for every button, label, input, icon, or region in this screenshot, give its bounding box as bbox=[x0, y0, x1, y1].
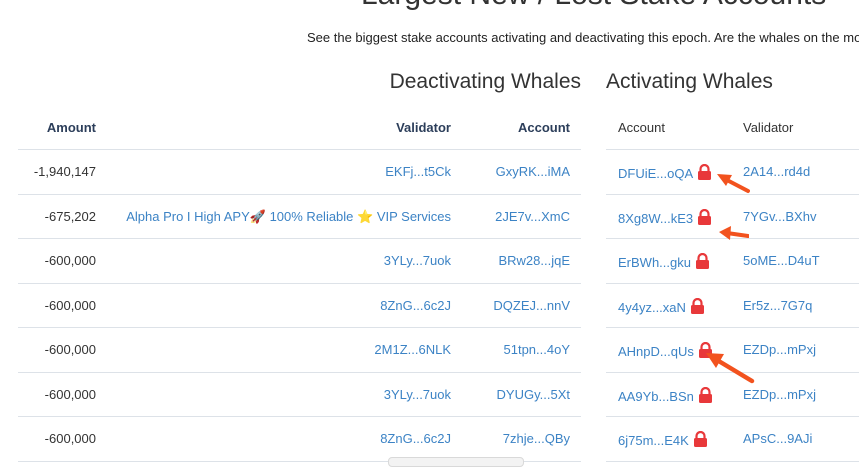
amount-cell: -675,202 bbox=[44, 209, 96, 224]
account-link[interactable]: 51tpn...4oY bbox=[504, 342, 571, 357]
deactivating-whales-title: Deactivating Whales bbox=[389, 70, 581, 93]
activating-account-cell: AA9Yb...BSn bbox=[618, 387, 713, 404]
activating-row-divider bbox=[606, 327, 859, 328]
account-link[interactable]: 6j75m...E4K bbox=[618, 433, 689, 448]
account-link[interactable]: AHnpD...qUs bbox=[618, 344, 694, 359]
activating-account-header: Account bbox=[618, 120, 665, 135]
amount-cell: -600,000 bbox=[44, 342, 96, 357]
validator-link[interactable]: 5oME...D4uT bbox=[743, 253, 820, 268]
validator-link[interactable]: EKFj...t5Ck bbox=[385, 164, 451, 179]
deactivating-row-divider bbox=[18, 149, 581, 150]
account-link[interactable]: 2JE7v...XmC bbox=[495, 209, 570, 224]
deactivating-row-divider bbox=[18, 327, 581, 328]
activating-row-divider bbox=[606, 416, 859, 417]
account-link[interactable]: GxyRK...iMA bbox=[496, 164, 570, 179]
account-link[interactable]: DQZEJ...nnV bbox=[493, 298, 570, 313]
account-link[interactable]: 8Xg8W...kE3 bbox=[618, 211, 693, 226]
activating-account-cell: 8Xg8W...kE3 bbox=[618, 209, 712, 226]
amount-cell: -600,000 bbox=[44, 431, 96, 446]
validator-link[interactable]: 7YGv...BXhv bbox=[743, 209, 816, 224]
amount-cell: -600,000 bbox=[44, 253, 96, 268]
validator-link[interactable]: 2M1Z...6NLK bbox=[374, 342, 451, 357]
lock-icon bbox=[690, 298, 705, 314]
red-arrow-icon bbox=[706, 353, 755, 384]
lock-icon bbox=[697, 209, 712, 225]
activating-row-divider bbox=[606, 194, 859, 195]
activating-whales-title: Activating Whales bbox=[606, 70, 773, 93]
activating-account-cell: DFUiE...oQA bbox=[618, 164, 712, 181]
lock-icon bbox=[693, 431, 708, 447]
lock-icon bbox=[697, 164, 712, 180]
activating-account-cell: ErBWh...gku bbox=[618, 253, 710, 270]
validator-link[interactable]: EZDp...mPxj bbox=[743, 387, 816, 402]
validator-link[interactable]: APsC...9AJi bbox=[743, 431, 812, 446]
validator-link[interactable]: 8ZnG...6c2J bbox=[380, 431, 451, 446]
activating-account-cell: 4y4yz...xaN bbox=[618, 298, 705, 315]
lock-icon bbox=[695, 253, 710, 269]
deactivating-row-divider bbox=[18, 372, 581, 373]
amount-cell: -1,940,147 bbox=[33, 164, 96, 179]
activating-row-divider bbox=[606, 149, 859, 150]
red-arrow-icon bbox=[717, 174, 750, 193]
activating-account-cell: 6j75m...E4K bbox=[618, 431, 708, 448]
account-link[interactable]: ErBWh...gku bbox=[618, 255, 691, 270]
deactivating-validator-header: Validator bbox=[396, 120, 451, 135]
validator-link[interactable]: 2A14...rd4d bbox=[743, 164, 810, 179]
activating-row-divider bbox=[606, 461, 859, 462]
validator-link[interactable]: 3YLy...7uok bbox=[384, 253, 451, 268]
account-link[interactable]: 4y4yz...xaN bbox=[618, 300, 686, 315]
validator-link[interactable]: 8ZnG...6c2J bbox=[380, 298, 451, 313]
deactivating-account-header: Account bbox=[518, 120, 570, 135]
page-subtitle: See the biggest stake accounts activatin… bbox=[307, 30, 859, 45]
account-link[interactable]: 7zhje...QBy bbox=[503, 431, 570, 446]
activating-validator-header: Validator bbox=[743, 120, 794, 135]
validator-link[interactable]: Er5z...7G7q bbox=[743, 298, 812, 313]
deactivating-row-divider bbox=[18, 194, 581, 195]
horizontal-scrollbar[interactable] bbox=[388, 457, 524, 467]
validator-link[interactable]: Alpha Pro I High APY🚀 100% Reliable ⭐ VI… bbox=[126, 209, 451, 225]
validator-link[interactable]: 3YLy...7uok bbox=[384, 387, 451, 402]
amount-cell: -600,000 bbox=[44, 387, 96, 402]
deactivating-amount-header: Amount bbox=[46, 120, 96, 135]
deactivating-row-divider bbox=[18, 416, 581, 417]
amount-cell: -600,000 bbox=[44, 298, 96, 313]
deactivating-row-divider bbox=[18, 283, 581, 284]
account-link[interactable]: AA9Yb...BSn bbox=[618, 389, 694, 404]
activating-account-cell: AHnpD...qUs bbox=[618, 342, 713, 359]
account-link[interactable]: DYUGy...5Xt bbox=[497, 387, 570, 402]
activating-row-divider bbox=[606, 283, 859, 284]
lock-icon bbox=[698, 387, 713, 403]
page-title: Largest New / Lost Stake Accounts bbox=[361, 0, 826, 12]
account-link[interactable]: BRw28...jqE bbox=[498, 253, 570, 268]
red-arrow-icon bbox=[719, 226, 749, 240]
account-link[interactable]: DFUiE...oQA bbox=[618, 166, 693, 181]
deactivating-row-divider bbox=[18, 238, 581, 239]
